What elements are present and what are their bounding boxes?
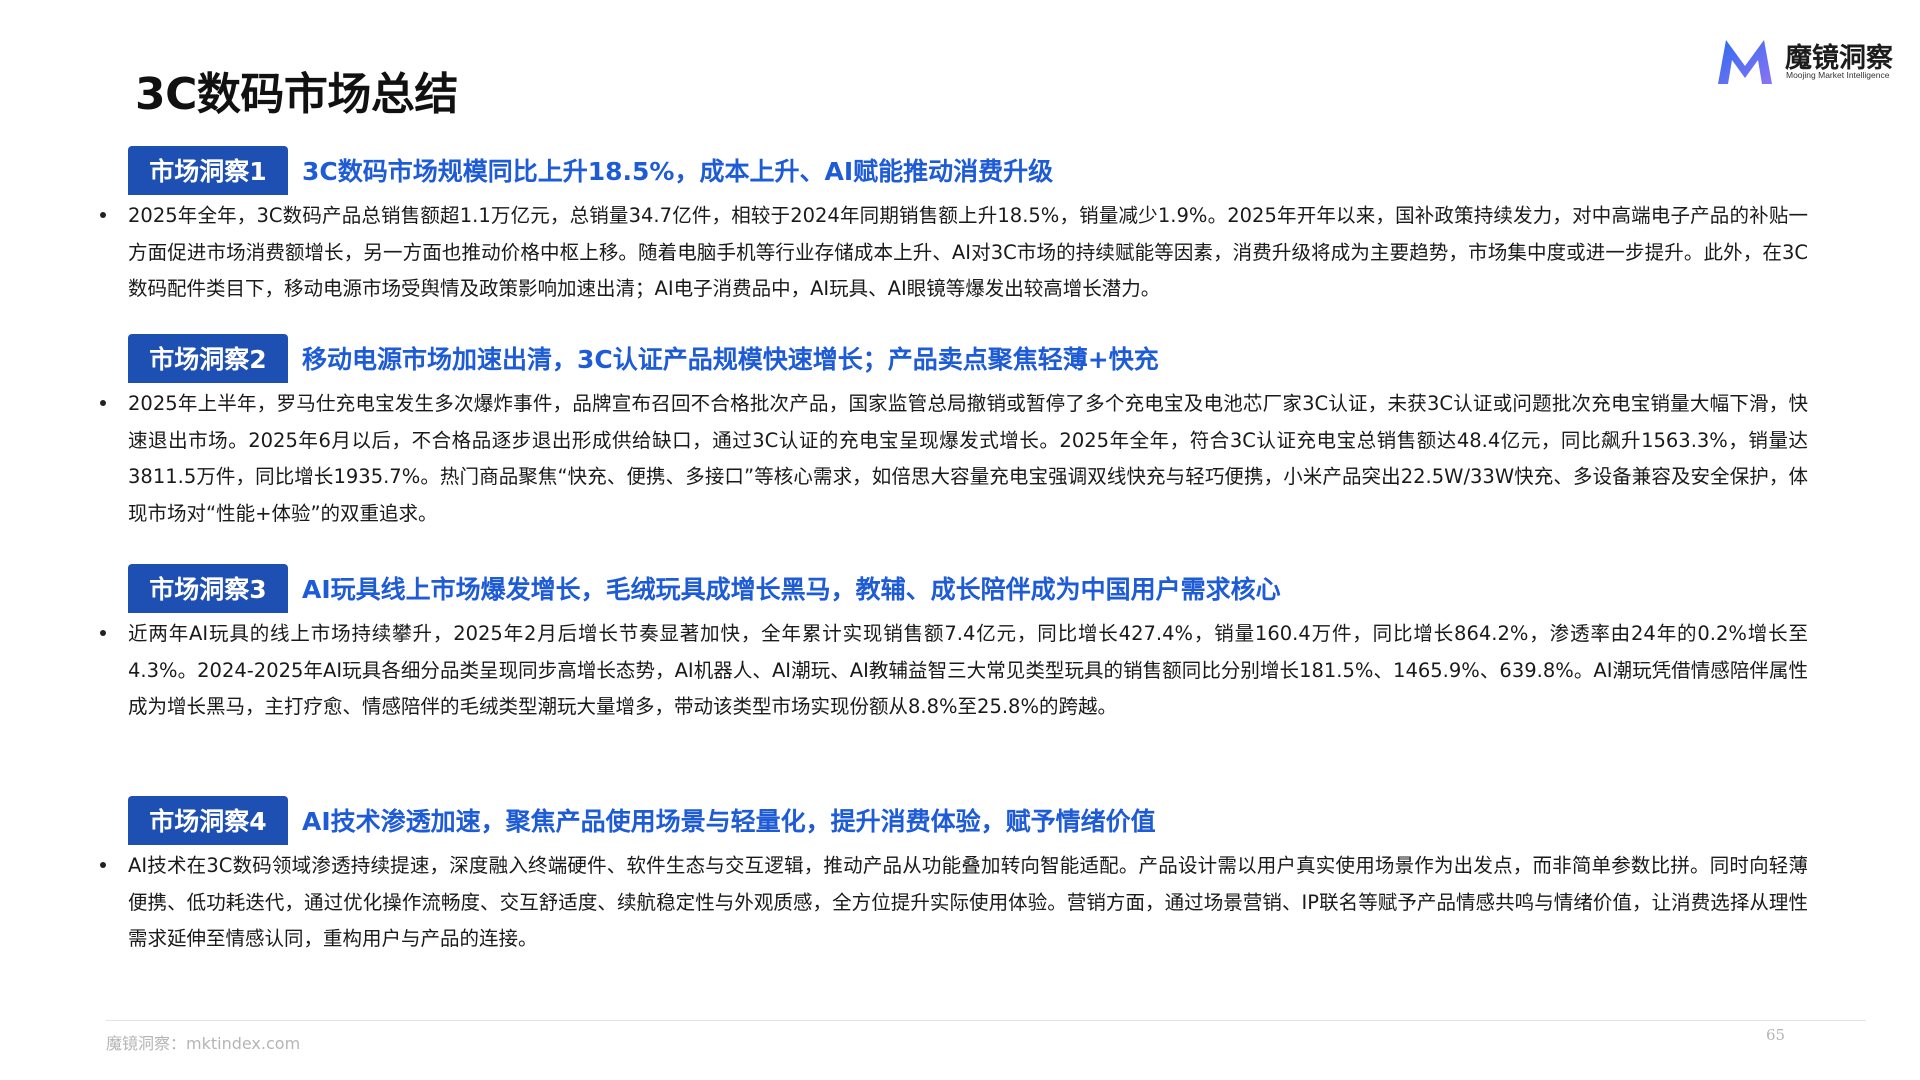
tag-underline [128, 842, 288, 845]
insight-body: 近两年AI玩具的线上市场持续攀升，2025年2月后增长节奏显著加快，全年累计实现… [128, 622, 1808, 718]
insight-header: 市场洞察1 3C数码市场规模同比上升18.5%，成本上升、AI赋能推动消费升级 [128, 146, 1908, 195]
insight-tag: 市场洞察4 [128, 796, 288, 844]
insight-header: 市场洞察3 AI玩具线上市场爆发增长，毛绒玩具成增长黑马，教辅、成长陪伴成为中国… [128, 564, 1908, 613]
insight-tag: 市场洞察2 [128, 334, 288, 382]
insight-body: AI技术在3C数码领域渗透持续提速，深度融入终端硬件、软件生态与交互逻辑，推动产… [128, 854, 1808, 950]
insight-headline: 移动电源市场加速出清，3C认证产品规模快速增长；产品卖点聚焦轻薄+快充 [302, 345, 1159, 374]
bullet-icon [100, 400, 106, 406]
insight-headline: AI玩具线上市场爆发增长，毛绒玩具成增长黑马，教辅、成长陪伴成为中国用户需求核心 [302, 575, 1281, 604]
footer-divider [106, 1020, 1866, 1021]
bullet-icon [100, 212, 106, 218]
tag-underline [128, 192, 288, 195]
logo: 魔镜洞察 Moojing Market Intelligence [1712, 34, 1902, 90]
tag-underline [128, 380, 288, 383]
bullet-icon [100, 630, 106, 636]
page-number: 65 [1766, 1026, 1786, 1044]
logo-subtitle: Moojing Market Intelligence [1786, 70, 1890, 80]
moojing-logo-icon [1718, 40, 1772, 84]
bullet-icon [100, 862, 106, 868]
footer-source: 魔镜洞察：mktindex.com [106, 1034, 301, 1053]
insight-headline: 3C数码市场规模同比上升18.5%，成本上升、AI赋能推动消费升级 [302, 157, 1054, 186]
insight-body: 2025年全年，3C数码产品总销售额超1.1万亿元，总销量34.7亿件，相较于2… [128, 204, 1808, 300]
insight-header: 市场洞察2 移动电源市场加速出清，3C认证产品规模快速增长；产品卖点聚焦轻薄+快… [128, 334, 1908, 383]
insight-header: 市场洞察4 AI技术渗透加速，聚焦产品使用场景与轻量化，提升消费体验，赋予情绪价… [128, 796, 1908, 845]
insight-body: 2025年上半年，罗马仕充电宝发生多次爆炸事件，品牌宣布召回不合格批次产品，国家… [128, 392, 1808, 525]
insight-headline: AI技术渗透加速，聚焦产品使用场景与轻量化，提升消费体验，赋予情绪价值 [302, 807, 1156, 836]
page-title: 3C数码市场总结 [135, 69, 458, 120]
insight-tag: 市场洞察1 [128, 146, 288, 194]
insight-tag: 市场洞察3 [128, 564, 288, 612]
tag-underline [128, 610, 288, 613]
